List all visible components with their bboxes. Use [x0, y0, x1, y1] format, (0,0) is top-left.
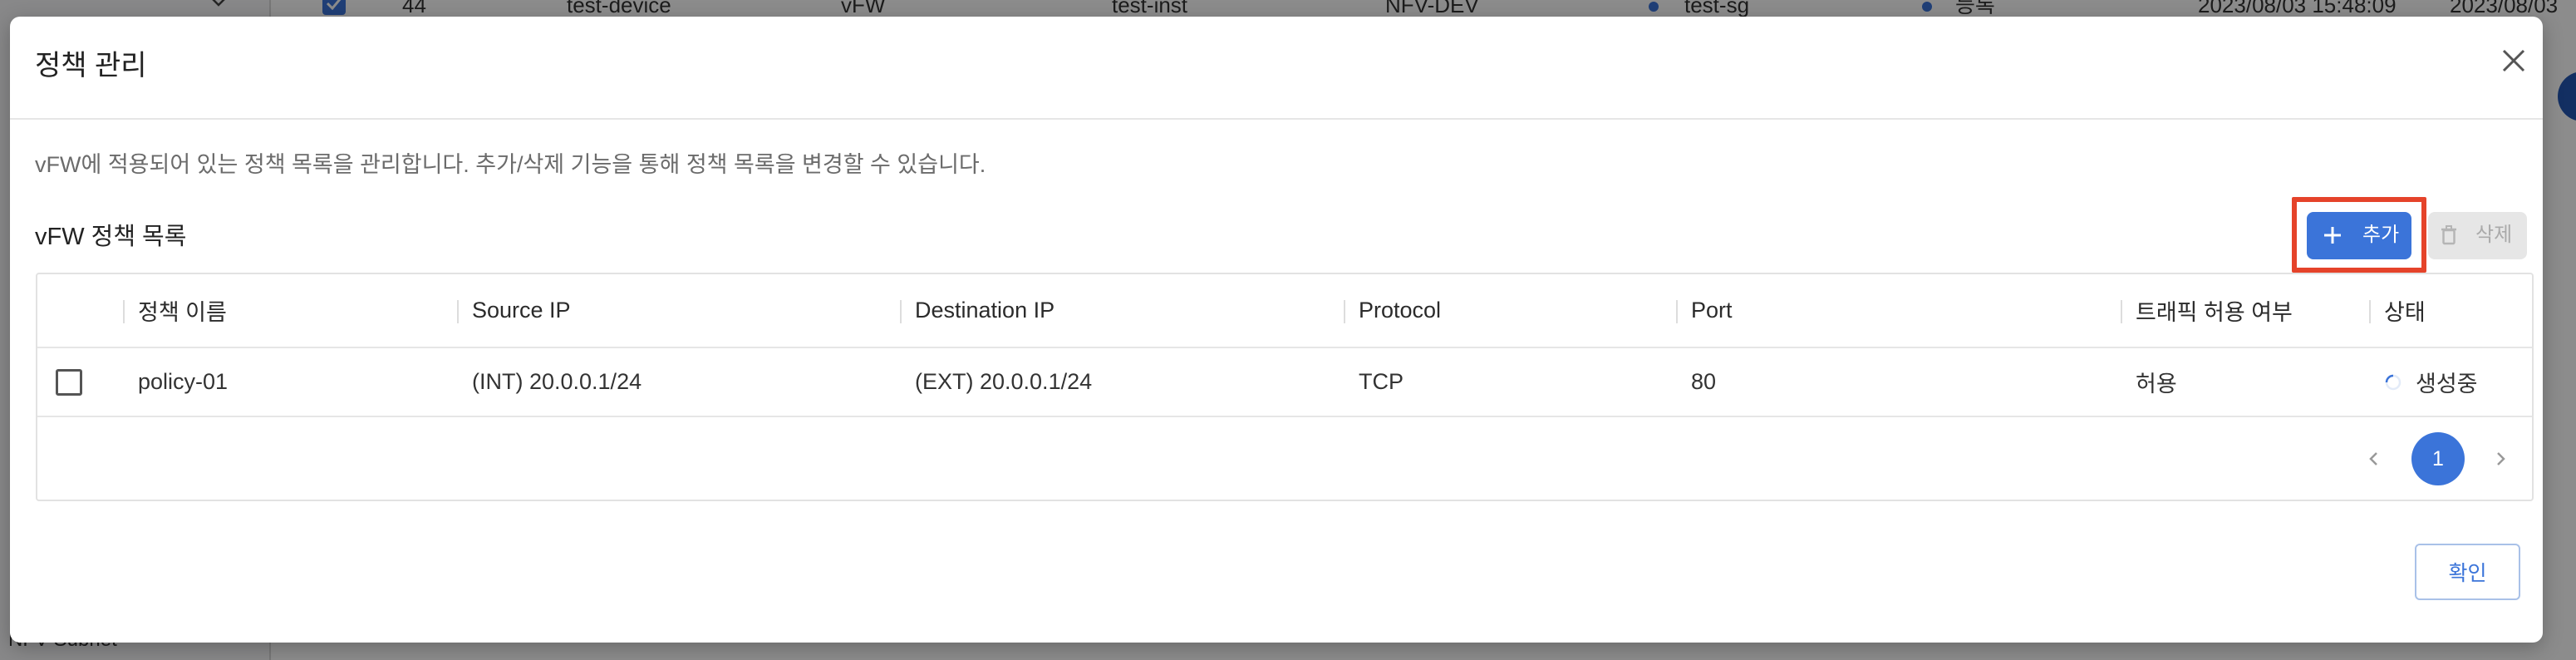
delete-button[interactable]: 삭제	[2428, 212, 2527, 259]
cell-port: 80	[1691, 369, 1717, 394]
status-label: 생성중	[2416, 372, 2478, 396]
row-select-cell	[37, 348, 123, 416]
cell-status: 생성중	[2369, 348, 2532, 416]
header-select-cell	[37, 274, 123, 347]
modal-description: vFW에 적용되어 있는 정책 목록을 관리합니다. 추가/삭제 기능을 통해 …	[35, 152, 986, 177]
section-title: vFW 정책 목록	[35, 224, 187, 250]
column-policy-name[interactable]: 정책 이름	[123, 274, 457, 347]
column-status[interactable]: 상태	[2369, 274, 2532, 347]
add-button-label: 추가	[2362, 224, 2400, 246]
page: NFV Subnet 44 test-device vFW test-inst …	[0, 0, 2576, 660]
policy-table: 정책 이름 Source IP Destination IP Protocol …	[36, 273, 2534, 501]
row-checkbox[interactable]	[56, 368, 82, 396]
cell-destination-ip: (EXT) 20.0.0.1/24	[915, 369, 1093, 394]
page-button-current[interactable]: 1	[2411, 432, 2465, 485]
column-destination-ip[interactable]: Destination IP	[900, 274, 1344, 347]
loading-spinner-icon	[2385, 374, 2401, 390]
chevron-right-icon[interactable]	[2490, 449, 2510, 469]
column-source-ip[interactable]: Source IP	[457, 274, 900, 347]
column-port[interactable]: Port	[1676, 274, 2121, 347]
column-traffic-allowed[interactable]: 트래픽 허용 여부	[2121, 274, 2369, 347]
delete-button-label: 삭제	[2475, 224, 2513, 246]
table-row[interactable]: policy-01 (INT) 20.0.0.1/24 (EXT) 20.0.0…	[37, 348, 2532, 417]
add-button[interactable]: 추가	[2307, 212, 2411, 259]
cell-traffic-allowed: 허용	[2136, 372, 2177, 396]
confirm-button[interactable]: 확인	[2415, 544, 2520, 600]
modal-title: 정책 관리	[35, 50, 147, 81]
close-icon[interactable]	[2499, 46, 2529, 76]
policy-management-modal: 정책 관리 vFW에 적용되어 있는 정책 목록을 관리합니다. 추가/삭제 기…	[10, 17, 2543, 643]
header-divider	[10, 118, 2543, 120]
trash-icon	[2441, 225, 2456, 245]
cell-source-ip: (INT) 20.0.0.1/24	[472, 369, 642, 394]
chevron-left-icon[interactable]	[2364, 449, 2384, 469]
cell-policy-name: policy-01	[138, 369, 229, 394]
cell-protocol: TCP	[1359, 369, 1404, 394]
plus-icon	[2324, 227, 2341, 244]
column-protocol[interactable]: Protocol	[1344, 274, 1676, 347]
pagination: 1	[37, 417, 2532, 500]
table-header: 정책 이름 Source IP Destination IP Protocol …	[37, 274, 2532, 348]
